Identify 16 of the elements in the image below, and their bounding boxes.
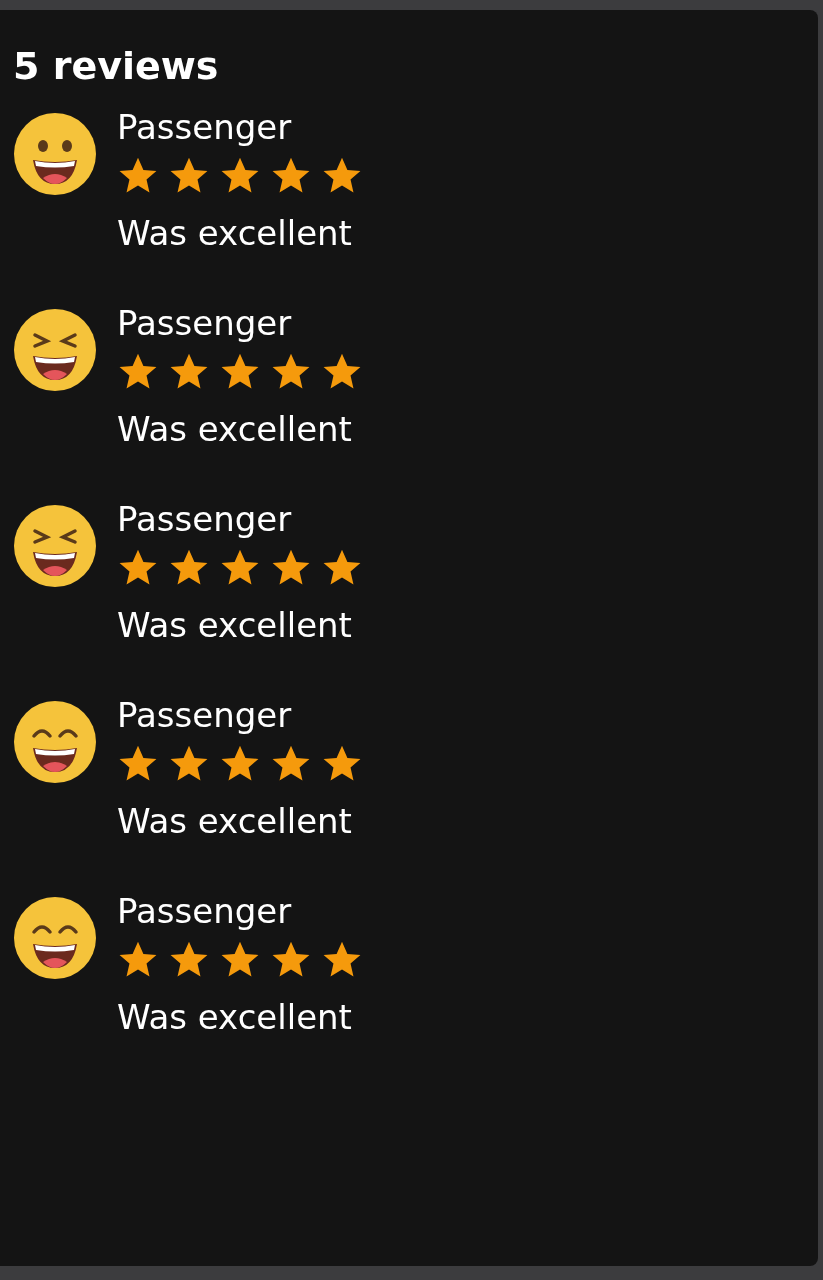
- reviewer-name: Passenger: [117, 890, 293, 932]
- review-comment: Was excellent: [117, 408, 353, 450]
- smiley-icon: [13, 896, 97, 980]
- reviews-title: 5 reviews: [13, 43, 220, 90]
- reviewer-name: Passenger: [117, 498, 293, 540]
- review-comment: Was excellent: [117, 604, 353, 646]
- review-comment: Was excellent: [117, 212, 353, 254]
- reviewer-name: Passenger: [117, 302, 293, 344]
- smiley-icon: [13, 504, 97, 588]
- review-comment: Was excellent: [117, 800, 353, 842]
- reviewer-name: Passenger: [117, 106, 293, 148]
- smiley-icon: [13, 112, 97, 196]
- review-comment: Was excellent: [117, 996, 353, 1038]
- smiley-icon: [13, 700, 97, 784]
- reviewer-name: Passenger: [117, 694, 293, 736]
- smiley-icon: [13, 308, 97, 392]
